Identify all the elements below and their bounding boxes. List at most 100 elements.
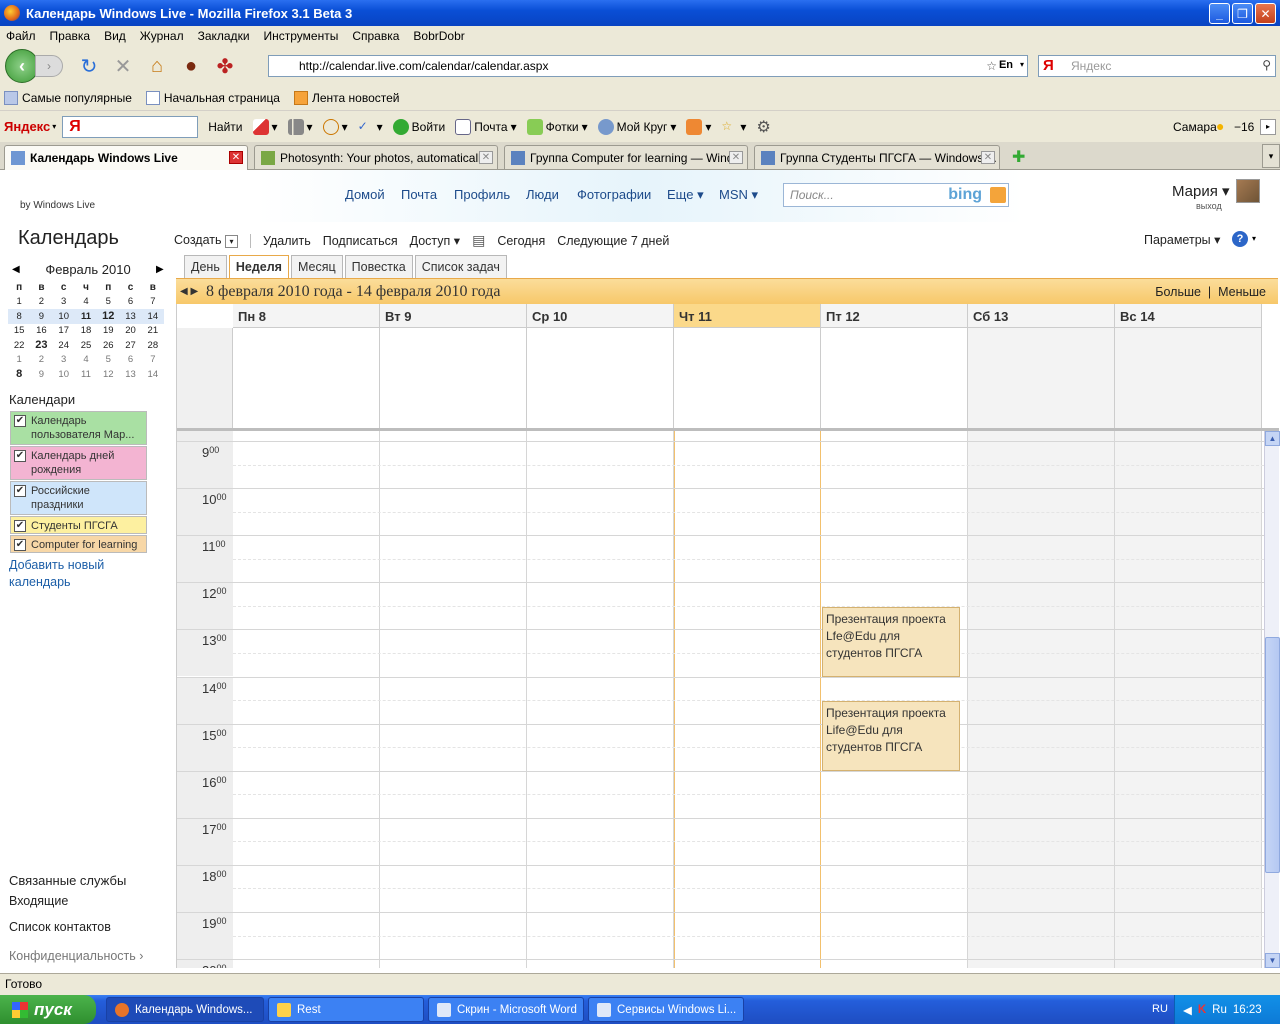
mini-day[interactable]: 11 <box>75 367 97 382</box>
mini-day[interactable]: 17 <box>53 324 75 339</box>
mini-day[interactable]: 22 <box>8 338 30 353</box>
yandex-menu-button[interactable]: ▸ <box>1260 119 1276 135</box>
access-button[interactable]: Доступ ▾ <box>410 233 460 248</box>
reload-icon[interactable]: ↻ <box>77 54 101 78</box>
avatar[interactable] <box>1236 179 1260 203</box>
mini-day[interactable]: 9 <box>30 367 52 382</box>
calendar-item-students[interactable]: ✔ Студенты ПГСГА <box>10 516 147 534</box>
help-dropdown-icon[interactable]: ▾ <box>1252 234 1256 243</box>
scroll-down-icon[interactable]: ▼ <box>1265 953 1280 968</box>
more-link[interactable]: Больше <box>1155 285 1201 299</box>
range-nav-arrows[interactable]: ◀ ▶ <box>180 286 206 297</box>
mini-day[interactable]: 18 <box>75 324 97 339</box>
calendar-event[interactable]: Презентация проекта Lfe@Edu для студенто… <box>822 607 960 677</box>
checkbox[interactable]: ✔ <box>14 520 26 532</box>
mini-day[interactable]: 3 <box>53 353 75 368</box>
checkbox[interactable]: ✔ <box>14 539 26 551</box>
tab-tasks[interactable]: Список задач <box>414 255 507 278</box>
mini-day[interactable]: 27 <box>119 338 141 353</box>
calendar-item-holidays[interactable]: ✔ Российские праздники <box>10 481 147 515</box>
options-button[interactable]: Параметры ▾ <box>1144 232 1220 247</box>
task-services[interactable]: Сервисы Windows Li... <box>588 997 744 1022</box>
mini-day[interactable]: 4 <box>75 295 97 310</box>
all-day-cell[interactable] <box>674 328 821 428</box>
mini-day[interactable]: 8 <box>8 309 31 324</box>
tab-agenda[interactable]: Повестка <box>344 255 413 278</box>
favorites-star-icon[interactable]: ☆ ▾ <box>721 119 746 135</box>
menu-view[interactable]: Вид <box>104 29 126 43</box>
yandex-find-button[interactable]: Найти <box>208 120 242 134</box>
bookmark-popular[interactable]: Самые популярные <box>4 91 132 105</box>
all-day-cell[interactable] <box>380 328 527 428</box>
checkbox[interactable]: ✔ <box>14 415 26 427</box>
mini-day[interactable]: 1 <box>8 353 30 368</box>
yandex-login[interactable]: Войти <box>392 118 445 135</box>
next-month-icon[interactable]: ▶ <box>156 264 164 275</box>
next-7-days-button[interactable]: Следующие 7 дней <box>557 234 669 248</box>
tab-group-computer[interactable]: Группа Computer for learning — Wind... ✕ <box>504 145 748 169</box>
tab-close-icon[interactable]: ✕ <box>229 151 243 164</box>
time-grid[interactable]: 900 1000 1100 1200 1300 1400 1500 1600 1700 1800 1… <box>177 431 1264 968</box>
nav-msn[interactable]: MSN ▾ <box>719 187 758 203</box>
mini-day[interactable]: 12 <box>97 309 120 324</box>
mini-day[interactable]: 20 <box>119 324 141 339</box>
close-button[interactable]: ✕ <box>1255 3 1276 24</box>
all-day-cell[interactable] <box>821 328 968 428</box>
signal-icon[interactable]: ▾ <box>287 118 313 135</box>
mini-day[interactable]: 19 <box>97 324 119 339</box>
chevron-down-icon[interactable]: ▾ <box>225 235 238 248</box>
contacts-link[interactable]: Список контактов <box>9 920 111 934</box>
keyboard-language[interactable]: RU <box>1152 1003 1168 1015</box>
mini-day[interactable]: 21 <box>142 324 164 339</box>
nav-people[interactable]: Люди <box>526 187 559 202</box>
mini-day[interactable]: 1 <box>8 295 30 310</box>
day-header[interactable]: Чт 11 <box>674 304 821 328</box>
scroll-up-icon[interactable]: ▲ <box>1265 431 1280 446</box>
privacy-link[interactable]: Конфиденциальность › <box>9 949 143 963</box>
bookmark-homepage[interactable]: Начальная страница <box>145 91 280 105</box>
yandex-mail[interactable]: Почта ▾ <box>455 118 517 135</box>
calendar-item-user[interactable]: ✔ Календарь пользователя Мар... <box>10 411 147 445</box>
tab-list-dropdown-icon[interactable]: ▾ <box>1262 144 1280 168</box>
sign-out-link[interactable]: выход <box>1196 201 1222 211</box>
mini-day[interactable]: 15 <box>8 324 30 339</box>
mini-day[interactable]: 13 <box>119 309 142 324</box>
yandex-dropdown-icon[interactable]: ▾ <box>52 122 56 131</box>
windows-live-brand[interactable]: by Windows Live <box>20 200 95 211</box>
tab-day[interactable]: День <box>184 255 227 278</box>
bobrdobr-icon[interactable]: ● <box>179 54 203 78</box>
stop-icon[interactable]: ✕ <box>111 54 135 78</box>
briefcase-icon[interactable]: ▾ <box>686 118 711 135</box>
print-icon[interactable]: ▤ <box>472 232 485 249</box>
new-tab-icon[interactable]: ✚ <box>1012 147 1025 167</box>
nav-photos[interactable]: Фотографии <box>577 187 651 202</box>
search-go-icon[interactable]: ⚲ <box>1262 58 1271 72</box>
mini-day[interactable]: 2 <box>30 353 52 368</box>
tab-close-icon[interactable]: ✕ <box>729 151 743 164</box>
mini-day[interactable]: 13 <box>119 367 141 382</box>
mini-day[interactable]: 25 <box>75 338 97 353</box>
tab-week[interactable]: Неделя <box>228 255 289 279</box>
day-header[interactable]: Ср 10 <box>527 304 674 328</box>
day-header[interactable]: Пн 8 <box>233 304 380 328</box>
tab-group-students[interactable]: Группа Студенты ПГСГА — Windows ... ✕ <box>754 145 1000 169</box>
all-day-cell[interactable] <box>233 328 380 428</box>
home-icon[interactable]: ⌂ <box>145 54 169 78</box>
settings-gear-icon[interactable]: ⚙ <box>756 117 770 137</box>
url-bar[interactable]: http://calendar.live.com/calendar/calend… <box>268 55 1028 77</box>
yandex-logo[interactable]: Яндекс <box>4 119 50 134</box>
nav-mail[interactable]: Почта <box>401 187 437 202</box>
day-header[interactable]: Пт 12 <box>821 304 968 328</box>
all-day-cell[interactable] <box>527 328 674 428</box>
menu-edit[interactable]: Правка <box>50 29 91 43</box>
forward-button[interactable]: › <box>35 55 63 77</box>
mini-day[interactable]: 16 <box>30 324 52 339</box>
menu-file[interactable]: Файл <box>6 29 36 43</box>
yandex-search-input[interactable]: Я <box>62 115 199 138</box>
calendar-event[interactable]: Презентация проекта Life@Edu для студент… <box>822 701 960 771</box>
mini-day[interactable]: 5 <box>97 353 119 368</box>
today-button[interactable]: Сегодня <box>497 234 545 248</box>
mini-day[interactable]: 26 <box>97 338 119 353</box>
star-icon[interactable]: ☆ <box>986 59 997 73</box>
mini-day[interactable]: 3 <box>53 295 75 310</box>
